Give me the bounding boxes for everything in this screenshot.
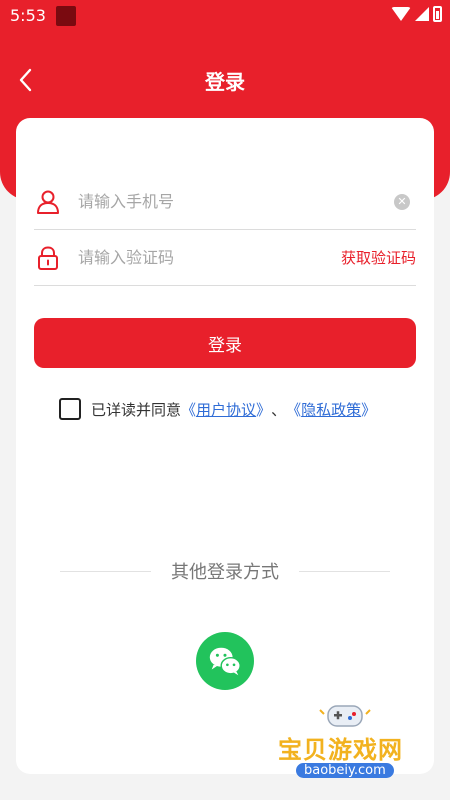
agreement-checkbox[interactable] <box>59 398 81 420</box>
other-login-divider: 其他登录方式 <box>60 558 390 584</box>
status-bar: 5:53 <box>0 0 450 32</box>
battery-icon <box>433 6 442 22</box>
wechat-icon <box>209 647 241 676</box>
get-code-button[interactable]: 获取验证码 <box>341 247 416 268</box>
watermark-url: baobeiy.com <box>296 763 394 778</box>
user-icon <box>37 190 59 214</box>
open-bracket-2: 《 <box>286 400 302 419</box>
code-field: 获取验证码 <box>34 230 416 286</box>
divider-line-right <box>299 570 390 572</box>
verification-code-input[interactable] <box>78 248 341 267</box>
agreement-prefix: 已详读并同意 <box>91 400 182 419</box>
login-button[interactable]: 登录 <box>34 318 416 368</box>
app-notification-icon <box>56 6 76 26</box>
other-login-title: 其他登录方式 <box>171 562 279 583</box>
user-agreement-link[interactable]: 用户协议 <box>196 399 256 420</box>
agreement-separator: 、 <box>271 400 287 419</box>
privacy-policy-link[interactable]: 隐私政策 <box>301 399 361 420</box>
status-time: 5:53 <box>10 6 46 25</box>
signal-icon <box>415 7 429 21</box>
gamepad-logo-icon <box>319 705 371 727</box>
wechat-login-button[interactable] <box>196 632 254 690</box>
open-bracket: 《 <box>181 400 197 419</box>
watermark-text: 宝贝游戏网 <box>278 736 403 764</box>
clear-icon[interactable]: ✕ <box>394 193 410 210</box>
watermark: 宝贝游戏网 baobeiy.com <box>270 700 420 790</box>
close-bracket: 》 <box>256 400 272 419</box>
divider-line-left <box>60 570 151 572</box>
phone-field: ✕ <box>34 174 416 230</box>
page-title: 登录 <box>205 70 245 94</box>
status-icons <box>391 6 442 22</box>
wifi-icon <box>391 7 411 21</box>
close-bracket-2: 》 <box>361 400 377 419</box>
phone-input[interactable] <box>78 192 394 211</box>
agreement-row: 已详读并同意 《 用户协议 》 、 《 隐私政策 》 <box>59 398 376 420</box>
lock-icon <box>38 245 58 270</box>
login-card: ✕ 获取验证码 登录 已详读并同意 《 用户协议 》 、 《 隐私政策 》 其他… <box>16 118 434 774</box>
